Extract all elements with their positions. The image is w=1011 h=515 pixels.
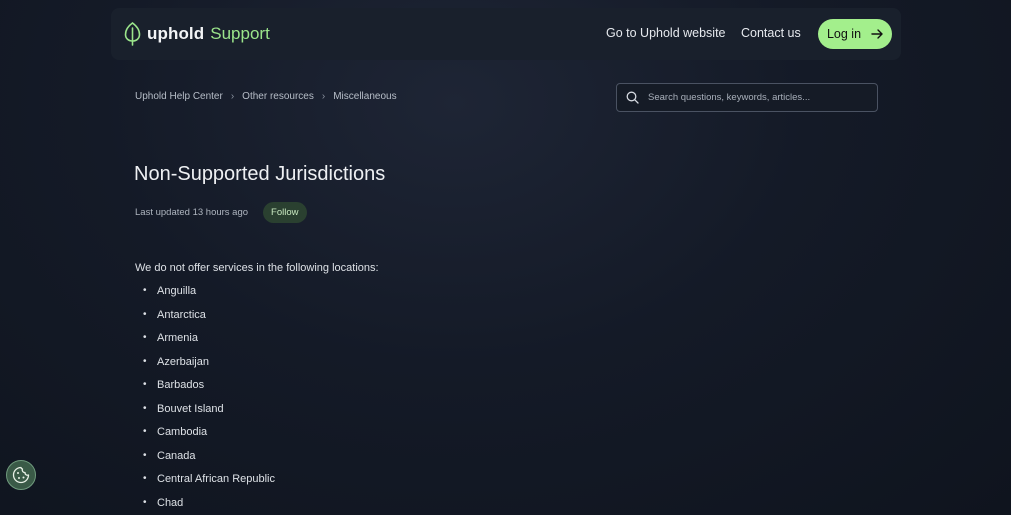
list-item: • Cambodia — [143, 426, 275, 450]
brand-support-label: Support — [210, 24, 270, 43]
bullet: • — [143, 285, 147, 296]
bullet: • — [143, 473, 147, 484]
chevron-right-icon: › — [321, 91, 326, 102]
site-header: uphold Support Go to Uphold website Cont… — [111, 8, 901, 60]
country-name: Chad — [157, 496, 184, 509]
search-input[interactable] — [648, 92, 868, 103]
country-name: Cambodia — [157, 426, 208, 438]
login-button-label: Log in — [826, 27, 862, 41]
list-item: • Antarctica — [143, 309, 275, 333]
search-box — [616, 83, 878, 112]
arrow-right-icon — [871, 29, 883, 39]
article-meta: Last updated 13 hours ago Follow — [135, 202, 307, 223]
follow-button[interactable]: Follow — [263, 202, 307, 223]
bullet: • — [143, 355, 147, 367]
search-icon — [626, 91, 639, 104]
country-name: Canada — [157, 449, 196, 462]
chevron-right-icon: › — [230, 91, 235, 102]
bullet: • — [143, 332, 147, 343]
list-item: • Azerbaijan — [143, 356, 275, 380]
country-name: Bouvet Island — [157, 402, 224, 415]
bullet: • — [143, 449, 147, 461]
brand-logo[interactable]: uphold Support — [124, 22, 270, 46]
list-item: • Central African Republic — [143, 473, 275, 497]
cookie-settings-button[interactable] — [6, 460, 36, 490]
contact-us-link[interactable]: Contact us — [741, 26, 801, 40]
cookie-icon — [12, 466, 30, 484]
bullet: • — [143, 426, 147, 437]
bullet: • — [143, 402, 147, 414]
country-name: Armenia — [157, 332, 198, 344]
list-item: • Canada — [143, 450, 275, 474]
uphold-leaf-icon — [124, 22, 141, 46]
country-name: Anguilla — [157, 285, 197, 297]
article-title: Non-Supported Jurisdictions — [134, 163, 386, 185]
article-intro: We do not offer services in the followin… — [135, 262, 379, 274]
page: uphold Support Go to Uphold website Cont… — [0, 0, 1011, 515]
go-to-website-link[interactable]: Go to Uphold website — [606, 26, 726, 40]
breadcrumb: Uphold Help Center › Other resources › M… — [135, 91, 397, 102]
list-item: • Anguilla — [143, 285, 275, 309]
list-item: • Barbados — [143, 379, 275, 403]
list-item: • Chad — [143, 497, 275, 515]
bullet: • — [143, 496, 147, 508]
breadcrumb-item-other-resources[interactable]: Other resources — [242, 91, 314, 102]
list-item: • Armenia — [143, 332, 275, 356]
last-updated-text: Last updated 13 hours ago — [135, 207, 249, 218]
breadcrumb-item-miscellaneous[interactable]: Miscellaneous — [333, 91, 396, 102]
country-name: Barbados — [157, 379, 205, 391]
breadcrumb-item-help-center[interactable]: Uphold Help Center — [135, 91, 223, 102]
bullet: • — [143, 379, 147, 390]
brand-name: uphold — [147, 24, 205, 43]
country-name: Central African Republic — [157, 473, 276, 485]
login-button[interactable]: Log in — [818, 19, 892, 49]
country-list: • Anguilla • Antarctica • Armenia • Azerbaij… — [143, 285, 275, 515]
country-name: Antarctica — [157, 308, 206, 321]
country-name: Azerbaijan — [157, 355, 209, 368]
list-item: • Bouvet Island — [143, 403, 275, 427]
bullet: • — [143, 308, 147, 320]
